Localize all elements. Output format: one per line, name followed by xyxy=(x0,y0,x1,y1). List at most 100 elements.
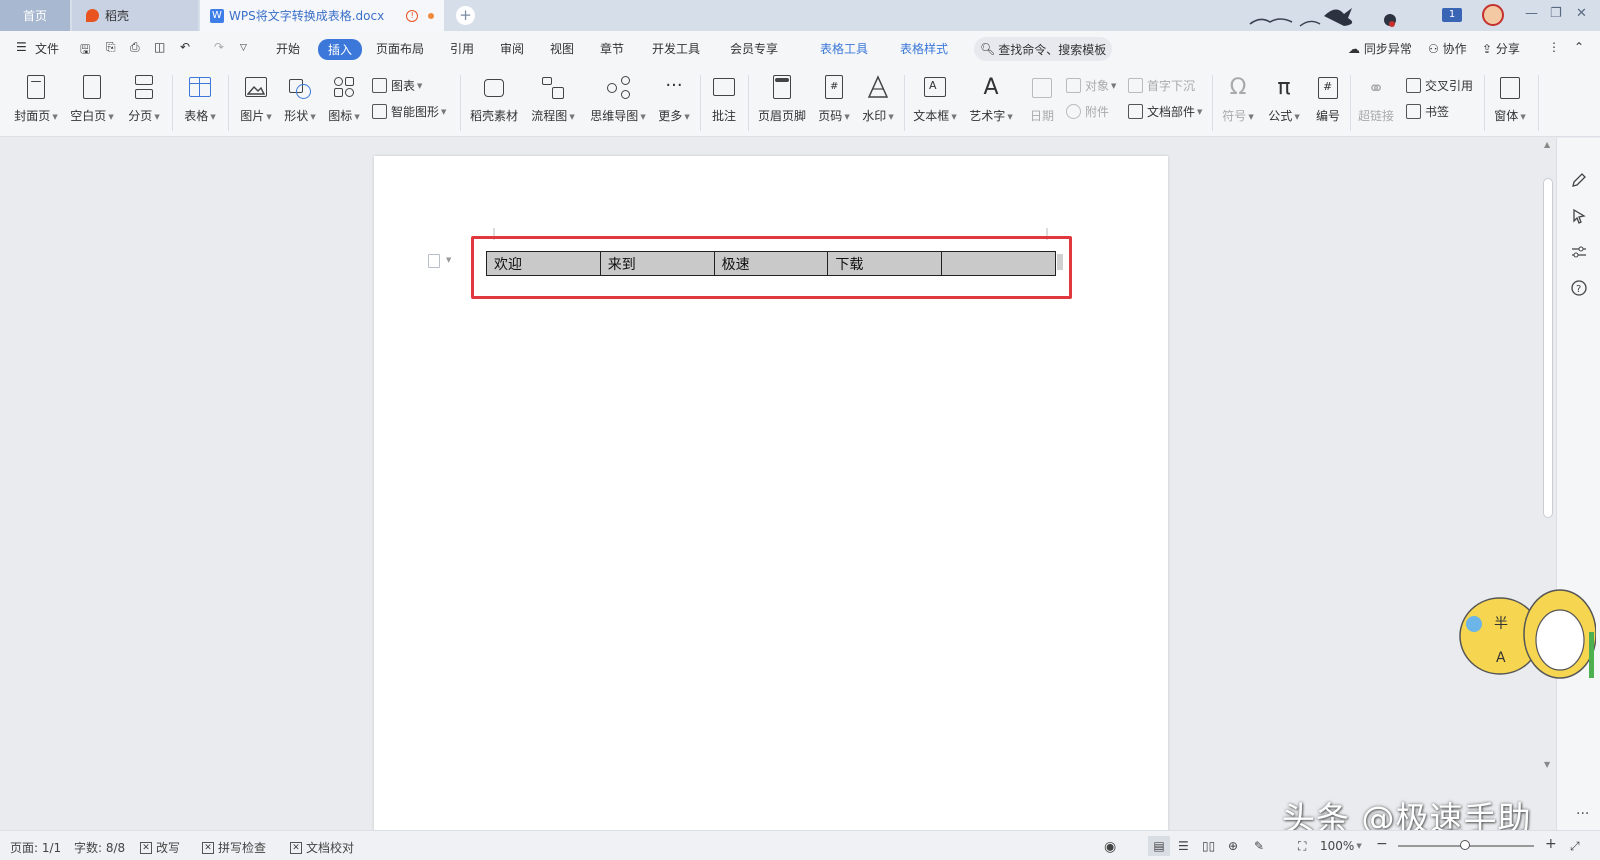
menu-references[interactable]: 引用 xyxy=(450,40,474,57)
daoke-material-button[interactable]: 稻壳素材 xyxy=(466,73,522,124)
print-icon[interactable]: ⎙ xyxy=(130,40,140,55)
menu-review[interactable]: 审阅 xyxy=(500,40,524,57)
menu-view[interactable]: 视图 xyxy=(550,40,574,57)
smart-graphic-button[interactable]: 智能图形 ▼ xyxy=(372,103,446,120)
notification-badge[interactable]: 1 xyxy=(1442,8,1462,22)
date-button[interactable]: 日期 xyxy=(1024,73,1060,124)
scrollbar-thumb[interactable] xyxy=(1543,178,1553,518)
revise-mode-toggle[interactable]: ✕ 改写 xyxy=(140,839,180,856)
web-view-icon[interactable]: ⊕ xyxy=(1228,839,1238,853)
more-dots-icon[interactable]: ··· xyxy=(1576,806,1589,822)
header-footer-button[interactable]: 页眉页脚 xyxy=(754,73,810,124)
zoom-in-icon[interactable]: + xyxy=(1545,836,1557,852)
page-indicator[interactable]: 页面: 1/1 xyxy=(10,839,61,856)
menu-member[interactable]: 会员专享 xyxy=(730,40,778,57)
cover-page-button[interactable]: 封面页 ▼ xyxy=(12,73,60,124)
new-tab-button[interactable]: + xyxy=(456,6,475,25)
attachment-button[interactable]: 附件 xyxy=(1066,103,1109,120)
help-icon[interactable]: ? xyxy=(1571,280,1587,296)
formula-button[interactable]: π 公式 ▼ xyxy=(1264,73,1304,124)
undo-icon[interactable]: ↶ xyxy=(180,40,190,54)
comment-button[interactable]: 批注 xyxy=(706,73,742,124)
cross-reference-button[interactable]: 交叉引用 xyxy=(1406,77,1473,94)
restore-icon[interactable]: ❐ xyxy=(1550,6,1562,21)
menu-table-tools[interactable]: 表格工具 xyxy=(820,40,868,57)
command-search-input[interactable]: 🔍︎ 查找命令、搜索模板 xyxy=(974,37,1112,61)
write-mode-icon[interactable]: ✎ xyxy=(1254,839,1264,853)
scroll-down-icon[interactable]: ▼ xyxy=(1544,760,1550,769)
watermark-button[interactable]: 水印 ▼ xyxy=(858,73,898,124)
picture-button[interactable]: 图片 ▼ xyxy=(236,73,276,124)
paragraph-options-icon[interactable] xyxy=(428,254,440,268)
zoom-level-dropdown[interactable]: 100% ▼ xyxy=(1320,839,1362,853)
scroll-up-icon[interactable]: ▲ xyxy=(1544,140,1550,149)
tab-document[interactable]: W WPS将文字转换成表格.docx ! xyxy=(200,0,444,31)
redo-icon[interactable]: ↷ xyxy=(214,40,224,54)
settings-sliders-icon[interactable] xyxy=(1571,244,1587,260)
tab-home[interactable]: 首页 xyxy=(0,0,70,31)
spellcheck-toggle[interactable]: ✕ 拼写检查 xyxy=(202,839,266,856)
share-button[interactable]: ⇪ 分享 xyxy=(1482,40,1520,57)
shape-button[interactable]: 形状 ▼ xyxy=(280,73,320,124)
page-view-icon[interactable]: ▤ xyxy=(1148,836,1170,856)
bookmark-button[interactable]: 书签 xyxy=(1406,103,1449,120)
icon-library-button[interactable]: 图标 ▼ xyxy=(324,73,364,124)
zoom-out-icon[interactable]: − xyxy=(1376,836,1388,852)
zoom-slider-thumb[interactable] xyxy=(1460,840,1470,850)
eye-protection-icon[interactable]: ◉ xyxy=(1104,839,1116,855)
drop-cap-label: 首字下沉 xyxy=(1147,79,1196,93)
textbox-button[interactable]: A 文本框 ▼ xyxy=(912,73,958,124)
object-label: 对象 xyxy=(1085,79,1110,93)
menu-page-layout[interactable]: 页面布局 xyxy=(376,40,424,57)
tab-daoke[interactable]: 稻壳 xyxy=(72,0,198,31)
page-number-button[interactable]: # 页码 ▼ xyxy=(814,73,854,124)
word-count[interactable]: 字数: 8/8 xyxy=(74,839,125,856)
paragraph-options-chevron-icon[interactable]: ▼ xyxy=(446,256,451,264)
warning-icon[interactable]: ! xyxy=(406,9,419,22)
hamburger-menu-icon[interactable]: ☰ xyxy=(16,40,27,54)
numbering-button[interactable]: # 编号 xyxy=(1310,73,1346,124)
mascot-sticker-icon[interactable]: 半 A xyxy=(1456,588,1596,682)
reading-view-icon[interactable]: ▯▯ xyxy=(1202,839,1215,853)
print-preview-icon[interactable]: ◫ xyxy=(154,40,165,54)
form-button[interactable]: 窗体 ▼ xyxy=(1490,73,1530,124)
flowchart-button[interactable]: 流程图 ▼ xyxy=(528,73,578,124)
object-button[interactable]: 对象 ▼ xyxy=(1066,77,1116,94)
hyperlink-button[interactable]: ⚭ 超链接 xyxy=(1356,73,1396,124)
drop-cap-button[interactable]: 首字下沉 xyxy=(1128,77,1195,94)
collapse-ribbon-icon[interactable]: ⌃ xyxy=(1574,40,1584,54)
menu-insert[interactable]: 插入 xyxy=(318,39,363,60)
collab-button[interactable]: ⚇ 协作 xyxy=(1428,40,1467,57)
edit-pen-icon[interactable] xyxy=(1571,172,1587,188)
menu-file[interactable]: 文件 xyxy=(35,40,59,57)
proofread-toggle[interactable]: ✕ 文档校对 xyxy=(290,839,354,856)
menu-chapter[interactable]: 章节 xyxy=(600,40,624,57)
quick-access-chevron-icon[interactable]: ▽ xyxy=(240,43,247,53)
daoke-material-label: 稻壳素材 xyxy=(469,109,518,123)
save-icon[interactable]: 🖫 xyxy=(80,40,90,61)
menu-start[interactable]: 开始 xyxy=(276,40,300,57)
more-options-icon[interactable]: ⋮ xyxy=(1548,40,1560,54)
doc-parts-button[interactable]: 文档部件 ▼ xyxy=(1128,103,1202,120)
export-icon[interactable]: ⎘ xyxy=(106,40,116,55)
fullscreen-icon[interactable]: ⤢ xyxy=(1570,839,1580,854)
avatar[interactable] xyxy=(1482,4,1504,26)
more-button[interactable]: ··· 更多 ▼ xyxy=(656,73,692,124)
menu-table-style[interactable]: 表格样式 xyxy=(900,40,948,57)
spellcheck-label: 拼写检查 xyxy=(218,841,267,855)
table-button[interactable]: 表格 ▼ xyxy=(180,73,220,124)
sync-status-button[interactable]: ☁ 同步异常 xyxy=(1348,40,1412,57)
wordart-button[interactable]: A 艺术字 ▼ xyxy=(968,73,1014,124)
minimize-icon[interactable]: — xyxy=(1525,6,1538,21)
select-cursor-icon[interactable] xyxy=(1571,208,1587,224)
blank-page-button[interactable]: 空白页 ▼ xyxy=(68,73,116,124)
fit-page-icon[interactable]: ⛶ xyxy=(1298,839,1306,854)
mindmap-button[interactable]: 思维导图 ▼ xyxy=(586,73,650,124)
page-break-button[interactable]: 分页 ▼ xyxy=(124,73,164,124)
chart-button[interactable]: 图表 ▼ xyxy=(372,77,422,94)
cover-page-label: 封面页 xyxy=(14,109,51,123)
menu-developer[interactable]: 开发工具 xyxy=(652,40,700,57)
symbol-button[interactable]: Ω 符号 ▼ xyxy=(1218,73,1258,124)
close-icon[interactable]: ✕ xyxy=(1576,6,1587,21)
outline-view-icon[interactable]: ☰ xyxy=(1178,839,1189,853)
